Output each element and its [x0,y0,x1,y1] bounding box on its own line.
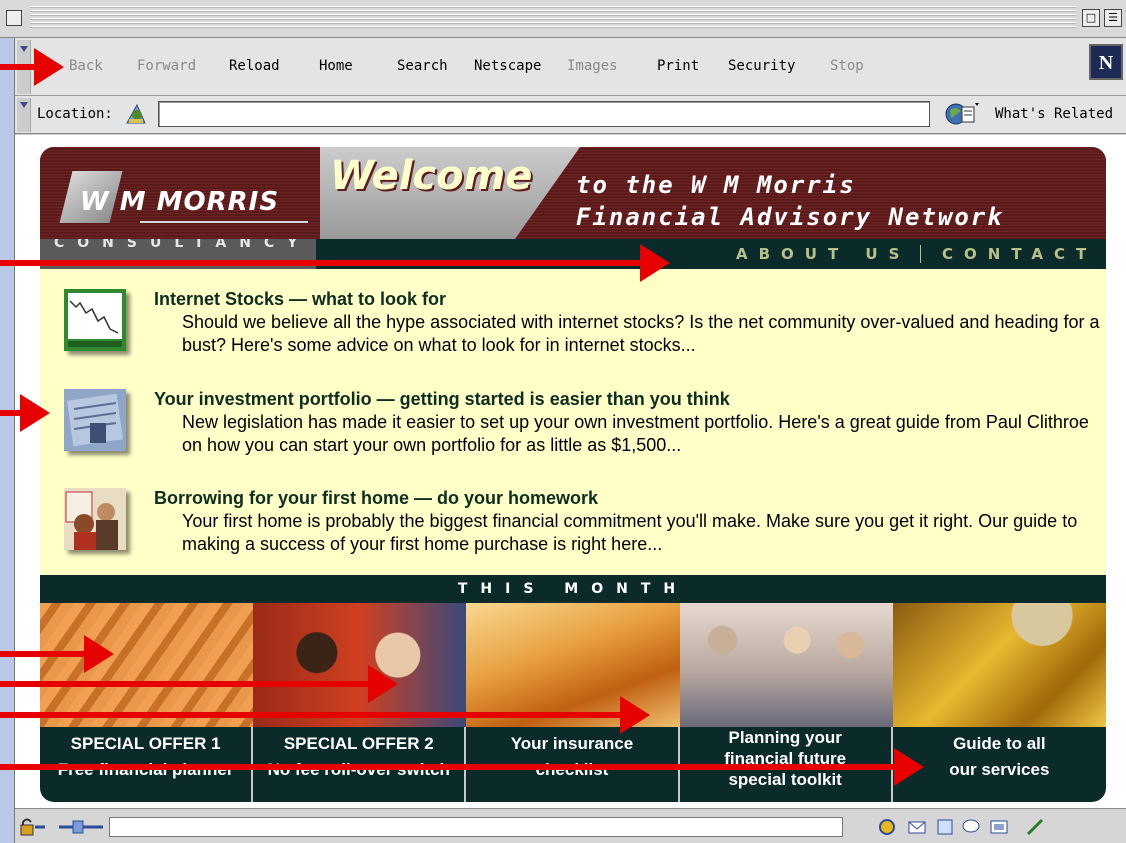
portfolio-icon[interactable] [64,389,126,451]
article-body: Your first home is probably the biggest … [182,511,1078,554]
meeting-photo[interactable] [679,603,893,727]
whats-related-icon[interactable] [945,101,979,127]
mail-component-icon[interactable] [907,817,927,837]
offer-line1[interactable]: SPECIAL OFFER 2 [253,731,464,757]
composer-component-icon[interactable] [989,817,1009,837]
whats-related-label[interactable]: What's Related [995,106,1113,122]
zoom-box-icon[interactable]: □ [1082,9,1100,27]
back-button[interactable]: Back [69,58,103,74]
security-lock-icon[interactable] [19,817,45,837]
article-body: New legislation has made it easier to se… [182,412,1089,455]
locbar-collapse-tab[interactable] [17,98,31,132]
header-banner: W M MORRIS Welcome to the W M Morris Fin… [40,147,1106,239]
page-proxy-icon[interactable] [123,101,149,127]
gold-bars-photo[interactable] [892,603,1106,727]
status-message-field [109,817,843,837]
article-item: Internet Stocks — what to look for Shoul… [40,289,1106,379]
location-toolbar: Location: What's Related [15,96,1126,134]
logo-underline [140,221,308,223]
welcome-heading: Welcome [330,153,533,199]
offer-cell-5[interactable]: Guide to all our services [893,727,1106,802]
red-arrow-annotation [0,48,64,86]
netscape-button[interactable]: Netscape [474,58,541,74]
security-button[interactable]: Security [728,58,795,74]
offer-line1[interactable]: Your insurance [466,731,677,757]
red-arrow-annotation [0,394,50,432]
connection-icon [59,820,103,834]
window-titlebar[interactable]: □ ☰ [0,0,1126,38]
print-button[interactable]: Print [657,58,699,74]
stock-chart-icon[interactable] [64,289,126,351]
red-arrow-annotation [0,748,924,786]
promo-photo-strip [40,603,1106,727]
article-title[interactable]: Internet Stocks — what to look for [154,289,446,310]
offer-line2[interactable]: our services [893,757,1106,783]
red-arrow-annotation [0,665,398,703]
offer-line2[interactable]: No fee roll-over switch [253,757,464,783]
offer-line3[interactable]: special toolkit [680,769,891,790]
nav-divider [920,245,921,263]
close-box-icon[interactable] [6,10,22,26]
article-title[interactable]: Your investment portfolio — getting star… [154,389,730,410]
consultancy-label: CONSULTANCY [54,239,311,251]
wm-morris-page: W M MORRIS Welcome to the W M Morris Fin… [40,147,1106,802]
first-home-icon[interactable] [64,488,126,550]
red-arrow-annotation [0,635,114,673]
offer-line1[interactable]: Guide to all [893,731,1106,757]
search-button[interactable]: Search [397,58,448,74]
status-bar [15,808,1126,843]
page-content: W M MORRIS Welcome to the W M Morris Fin… [15,135,1126,808]
forward-button[interactable]: Forward [137,58,196,74]
article-item: Your investment portfolio — getting star… [40,389,1106,479]
addressbook-component-icon[interactable] [961,817,981,837]
navigation-toolbar: Back Forward Reload Home Search Netscape… [15,38,1126,96]
collapse-box-icon[interactable]: ☰ [1104,9,1122,27]
happy-couple-photo[interactable] [253,603,467,727]
banknotes-photo[interactable] [40,603,254,727]
logo-text[interactable]: W M MORRIS [80,187,279,217]
reload-button[interactable]: Reload [229,58,280,74]
tagline-line2: Financial Advisory Network [576,203,1004,231]
home-button[interactable]: Home [319,58,353,74]
offer-line2[interactable]: Free financial planner [40,757,251,783]
browser-frame: Back Forward Reload Home Search Netscape… [14,38,1126,843]
this-month-header: THIS MONTH [40,575,1106,603]
tagline-line1: to the W M Morris [576,171,856,199]
news-component-icon[interactable] [935,817,955,837]
offer-line1[interactable]: SPECIAL OFFER 1 [40,731,251,757]
location-input[interactable] [158,101,930,127]
offer-line1[interactable]: Planning your [680,727,891,748]
location-label: Location: [37,106,113,122]
netscape-logo-icon[interactable]: N [1089,44,1123,80]
images-button[interactable]: Images [567,58,618,74]
article-item: Borrowing for your first home — do your … [40,488,1106,578]
this-month-label: THIS MONTH [457,581,689,597]
contact-link[interactable]: CONTACT [942,245,1097,263]
about-us-link[interactable]: ABOUT US [736,245,910,263]
stop-button[interactable]: Stop [830,58,864,74]
red-arrow-annotation [0,696,650,734]
edit-pencil-icon[interactable] [1025,817,1045,837]
article-title[interactable]: Borrowing for your first home — do your … [154,488,598,509]
titlebar-stripes [30,6,1076,30]
red-arrow-annotation [0,244,670,282]
offer-line2[interactable]: checklist [466,757,677,783]
article-body: Should we believe all the hype associate… [182,312,1100,355]
navigator-component-icon[interactable] [877,817,897,837]
